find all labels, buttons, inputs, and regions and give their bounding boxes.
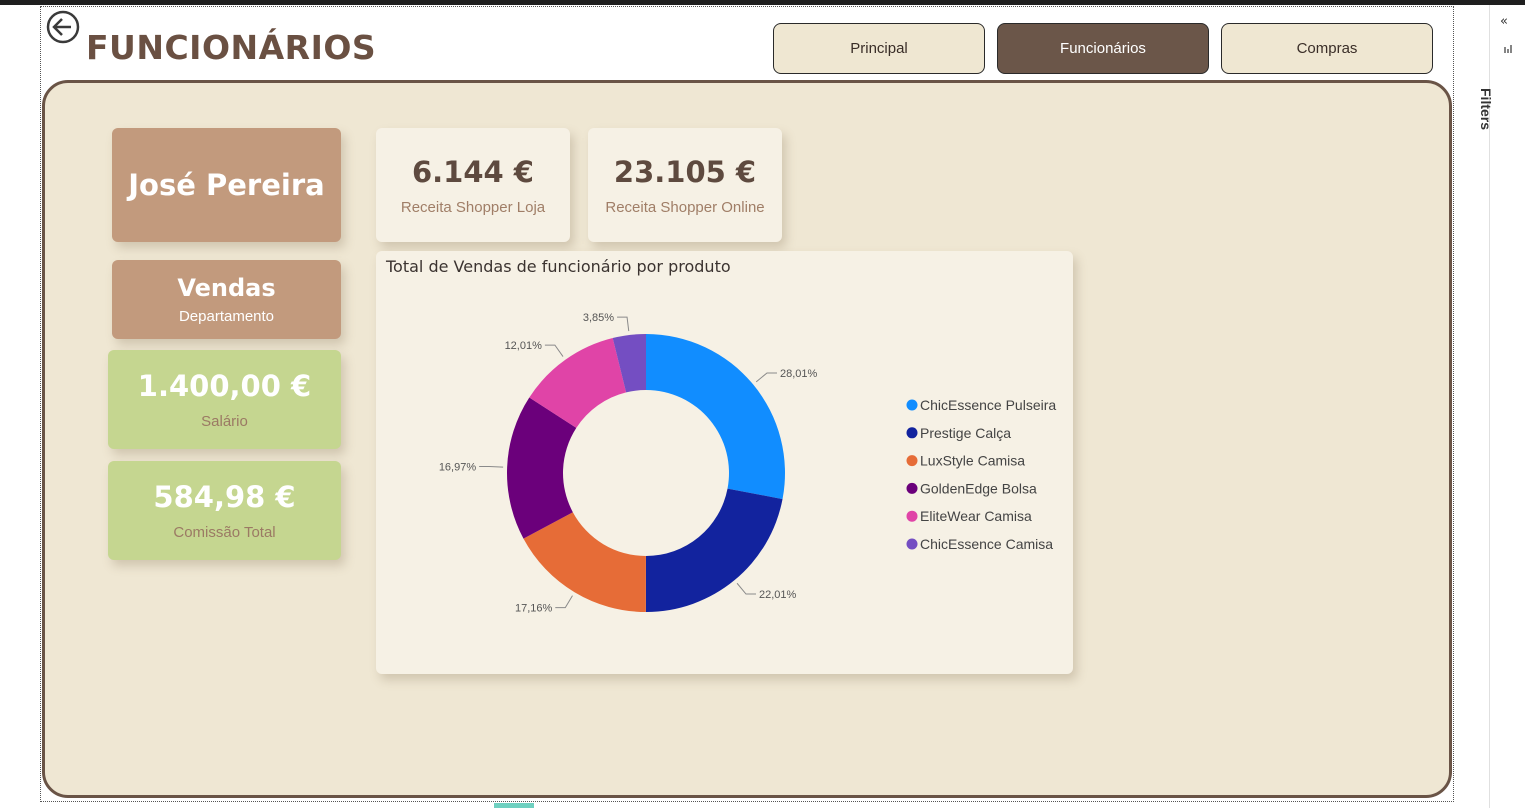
kpi-store-value: 6.144 €	[411, 154, 534, 189]
legend-item[interactable]: LuxStyle Camisa	[920, 453, 1025, 469]
salary-value: 1.400,00 €	[137, 369, 312, 403]
legend-item[interactable]: ChicEssence Camisa	[920, 536, 1053, 552]
filters-pane	[1489, 5, 1525, 808]
kpi-card-online: 23.105 € Receita Shopper Online	[588, 128, 782, 242]
salary-card: 1.400,00 € Salário	[108, 350, 341, 449]
nav-button-compras[interactable]: Compras	[1221, 23, 1433, 74]
page-tab-indicator	[494, 803, 534, 808]
kpi-online-label: Receita Shopper Online	[605, 198, 765, 216]
filter-icon[interactable]	[1503, 44, 1513, 54]
nav-button-funcionarios[interactable]: Funcionários	[997, 23, 1209, 74]
commission-value: 584,98 €	[153, 480, 296, 514]
nav-button-principal[interactable]: Principal	[773, 23, 985, 74]
legend-marker[interactable]	[906, 510, 918, 522]
data-label: 16,97%	[439, 462, 477, 474]
sales-by-product-chart[interactable]: Total de Vendas de funcionário por produ…	[376, 251, 1073, 674]
label-leader-line	[736, 582, 756, 595]
filters-label[interactable]: Filters	[1478, 88, 1494, 130]
label-leader-line	[555, 595, 573, 609]
data-label: 3,85%	[583, 312, 614, 324]
employee-name: José Pereira	[128, 168, 325, 202]
salary-label: Salário	[201, 413, 248, 430]
legend-item[interactable]: GoldenEdge Bolsa	[920, 480, 1037, 496]
donut-chart-svg: 28,01% 22,01% 17,16% 16,97% 12,01% 3,85% ChicE…	[439, 312, 1057, 615]
donut-slice[interactable]	[646, 334, 785, 500]
data-label: 12,01%	[505, 340, 543, 352]
chevron-double-left-icon[interactable]: «	[1500, 14, 1508, 29]
label-leader-line	[617, 316, 630, 332]
data-label: 22,01%	[759, 589, 797, 601]
window-top-bar	[0, 0, 1525, 5]
arrow-left-circle-icon[interactable]	[46, 10, 80, 44]
kpi-online-value: 23.105 €	[613, 154, 757, 189]
employee-name-card: José Pereira	[112, 128, 341, 242]
legend-item[interactable]: EliteWear Camisa	[920, 508, 1032, 524]
legend-marker[interactable]	[906, 455, 918, 467]
department-card: Vendas Departamento	[112, 260, 341, 339]
legend-item[interactable]: Prestige Calça	[920, 425, 1011, 441]
page-title: FUNCIONÁRIOS	[86, 28, 377, 67]
department-value: Vendas	[177, 274, 276, 302]
kpi-card-store: 6.144 € Receita Shopper Loja	[376, 128, 570, 242]
legend-marker[interactable]	[906, 538, 918, 550]
commission-label: Comissão Total	[173, 524, 276, 541]
legend-marker[interactable]	[906, 427, 918, 439]
legend-item[interactable]: ChicEssence Pulseira	[920, 397, 1056, 413]
label-leader-line	[755, 372, 777, 383]
legend-marker[interactable]	[906, 482, 918, 494]
data-label: 17,16%	[515, 603, 553, 615]
label-leader-line	[479, 466, 504, 468]
data-label: 28,01%	[780, 368, 818, 380]
commission-card: 584,98 € Comissão Total	[108, 461, 341, 560]
label-leader-line	[544, 344, 564, 357]
kpi-store-label: Receita Shopper Loja	[400, 198, 546, 216]
legend-marker[interactable]	[906, 399, 918, 411]
department-label: Departamento	[178, 308, 275, 325]
